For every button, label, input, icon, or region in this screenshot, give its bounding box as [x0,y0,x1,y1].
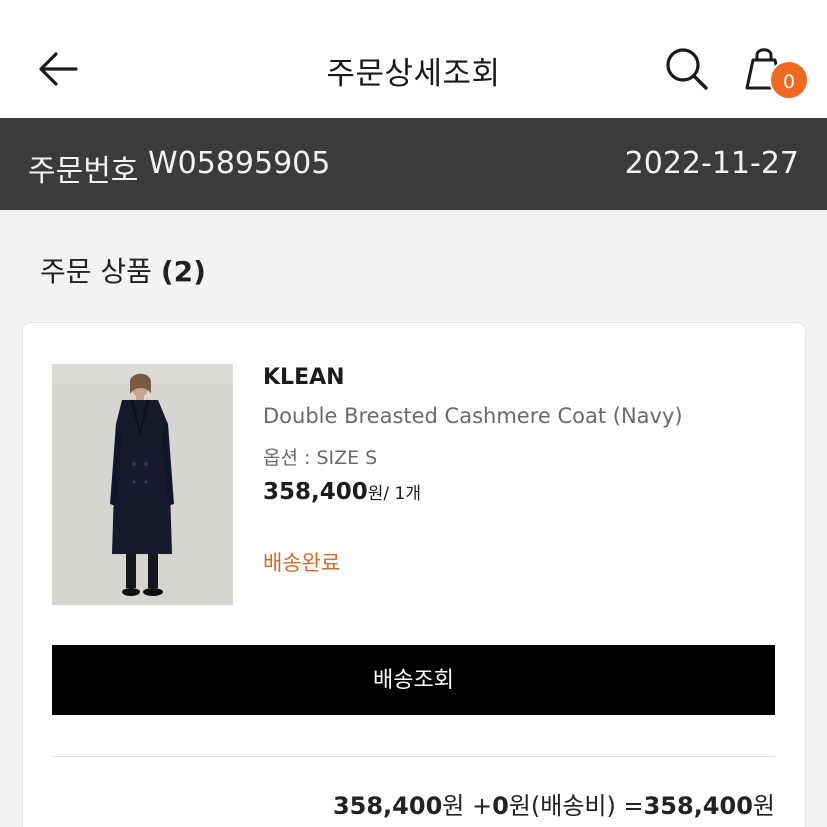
shipping-amount: 0 [492,792,509,820]
product-image[interactable] [52,364,233,605]
shipping-label: 원(배송비) = [508,792,644,820]
product-name[interactable]: Double Breasted Cashmere Coat (Navy) [263,404,683,428]
track-delivery-button[interactable]: 배송조회 [52,645,775,715]
section-title: 주문 상품 (2) [40,250,206,290]
product-brand: KLEAN [263,365,345,390]
won-suffix: 원 [752,792,775,820]
order-info-bar: 주문번호 W05895905 2022-11-27 [0,118,827,210]
coat-model-illustration [52,364,233,605]
app-header: 주문상세조회 0 [0,0,827,118]
divider [52,756,775,757]
delivery-status: 배송완료 [263,551,341,575]
order-number-label: 주문번호 [28,154,139,189]
search-icon [666,48,708,90]
price-amount: 358,400 [263,479,368,505]
price-unit: 원/ 1개 [367,484,421,504]
won-plus: 원 + [442,792,493,820]
cart-count-badge: 0 [769,60,809,100]
product-amount: 358,400 [332,792,443,820]
section-title-text: 주문 상품 [40,255,161,288]
product-option: 옵션 : SIZE S [263,447,378,469]
item-count: (2) [160,255,206,288]
order-date: 2022-11-27 [624,146,799,181]
product-price: 358,400원/ 1개 [263,479,421,505]
search-button[interactable] [662,44,712,94]
order-total-line: 358,400원 +0원(배송비) =358,400원 [333,786,775,821]
order-number: W05895905 [148,146,331,181]
total-amount: 358,400 [643,792,753,820]
